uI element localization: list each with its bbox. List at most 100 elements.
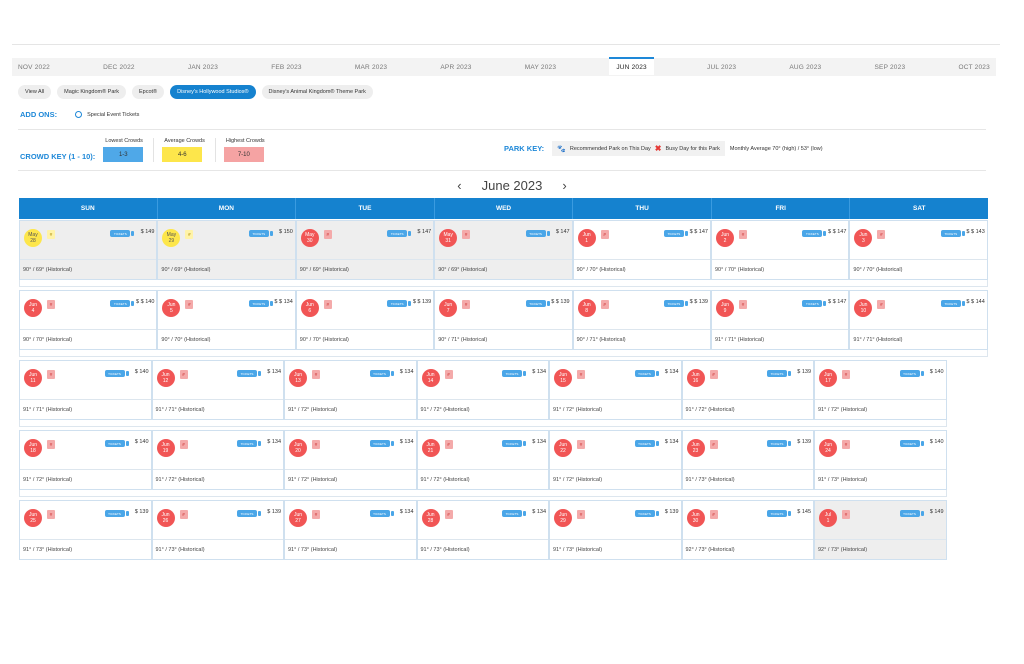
ticket-icon[interactable]: TICKETS	[369, 510, 394, 517]
park-filter-pill[interactable]: Disney's Hollywood Studios®	[170, 85, 256, 99]
day-cell[interactable]: Jun 25 # TICKETS $ 139 91° / 73° (Historical)	[19, 500, 152, 560]
ticket-icon[interactable]: TICKETS	[767, 510, 791, 517]
ticket-icon[interactable]: TICKETS	[802, 230, 827, 237]
day-cell[interactable]: May 28 # TICKETS $ 149 90° / 69° (Historical)	[19, 220, 158, 280]
ticket-icon[interactable]: TICKETS	[663, 300, 688, 307]
day-cell[interactable]: Jun 30 # TICKETS $ 145 92° / 73° (Historical)	[681, 500, 814, 560]
ticket-icon[interactable]: TICKETS	[899, 370, 924, 377]
ticket-icon[interactable]: TICKETS	[104, 510, 129, 517]
park-filter-pill[interactable]: Disney's Animal Kingdom® Theme Park	[261, 85, 373, 99]
day-number: 13	[295, 378, 301, 384]
ticket-icon[interactable]: TICKETS	[502, 510, 526, 517]
day-cell[interactable]: Jun 20 # TICKETS $ 134 91° / 72° (Historical)	[284, 430, 417, 490]
month-tab[interactable]: MAR 2023	[355, 64, 387, 71]
ticket-icon[interactable]: TICKETS	[110, 230, 135, 237]
day-cell[interactable]: Jun 29 # TICKETS $ 139 91° / 73° (Historical)	[549, 500, 682, 560]
month-tab[interactable]: JUL 2023	[707, 64, 736, 71]
ticket-icon[interactable]: TICKETS	[767, 440, 791, 447]
ticket-icon[interactable]: TICKETS	[248, 230, 273, 237]
ticket-icon[interactable]: TICKETS	[899, 440, 924, 447]
day-cell[interactable]: Jun 28 # TICKETS $ 134 91° / 73° (Historical)	[416, 500, 549, 560]
ticket-icon[interactable]: TICKETS	[663, 230, 688, 237]
ticket-icon[interactable]: TICKETS	[802, 300, 827, 307]
ticket-price: $ $ 144	[966, 299, 985, 305]
day-cell[interactable]: Jun 24 # TICKETS $ 140 91° / 73° (Historical)	[814, 430, 947, 490]
day-cell[interactable]: Jun 4 # TICKETS $ $ 140 90° / 70° (Historical…	[19, 290, 158, 350]
crowd-level-bubble: Jun 21	[421, 439, 440, 457]
ticket-icon[interactable]: TICKETS	[237, 370, 261, 377]
ticket-icon[interactable]: TICKETS	[369, 370, 394, 377]
park-filter-pill[interactable]: Epcot®	[131, 85, 165, 99]
ticket-icon[interactable]: TICKETS	[387, 230, 412, 237]
ticket-icon[interactable]: TICKETS	[110, 300, 135, 307]
ticket-icon[interactable]: TICKETS	[237, 440, 261, 447]
day-cell[interactable]: Jun 15 # TICKETS $ 134 91° / 72° (Historical)	[549, 360, 682, 420]
day-cell[interactable]: Jun 11 # TICKETS $ 140 91° / 71° (Historical)	[19, 360, 152, 420]
ticket-icon[interactable]: TICKETS	[899, 510, 924, 517]
ticket-icon[interactable]: TICKETS	[502, 370, 526, 377]
special-event-label[interactable]: Special Event Tickets	[87, 112, 139, 118]
ticket-icon[interactable]: TICKETS	[237, 510, 261, 517]
ticket-icon[interactable]: TICKETS	[387, 300, 412, 307]
day-cell[interactable]: Jun 26 # TICKETS $ 139 91° / 73° (Historical)	[151, 500, 284, 560]
ticket-icon[interactable]: TICKETS	[369, 440, 394, 447]
park-filter-pill[interactable]: View All	[18, 85, 52, 99]
weather-info: 91° / 73° (Historical)	[550, 539, 681, 559]
day-cell[interactable]: Jun 16 # TICKETS $ 139 91° / 72° (Historical)	[681, 360, 814, 420]
month-tab[interactable]: AUG 2023	[789, 64, 821, 71]
day-cell[interactable]: Jun 27 # TICKETS $ 134 91° / 73° (Historical)	[284, 500, 417, 560]
day-cell[interactable]: Jun 21 # TICKETS $ 134 91° / 72° (Historical)	[416, 430, 549, 490]
month-tab[interactable]: JUN 2023	[609, 57, 654, 75]
ticket-icon[interactable]: TICKETS	[525, 300, 550, 307]
day-cell[interactable]: Jun 17 # TICKETS $ 140 91° / 72° (Historical)	[814, 360, 947, 420]
month-tab[interactable]: NOV 2022	[18, 64, 50, 71]
busy-day-icon: #	[444, 440, 453, 449]
day-cell[interactable]: Jun 6 # TICKETS $ $ 139 90° / 70° (Historical…	[295, 290, 435, 350]
month-tab[interactable]: OCT 2023	[958, 64, 989, 71]
month-tab[interactable]: APR 2023	[440, 64, 471, 71]
day-cell[interactable]: Jun 5 # TICKETS $ $ 134 90° / 70° (Historical…	[157, 290, 296, 350]
month-tab[interactable]: MAY 2023	[525, 64, 556, 71]
row-spacer	[19, 490, 947, 497]
ticket-icon[interactable]: TICKETS	[248, 300, 273, 307]
ticket-price: $ 139	[797, 369, 811, 375]
month-tab[interactable]: JAN 2023	[188, 64, 218, 71]
day-cell[interactable]: Jun 2 # TICKETS $ $ 147 90° / 70° (Historical…	[711, 220, 850, 280]
day-cell[interactable]: Jun 1 # TICKETS $ $ 147 90° / 70° (Historical…	[572, 220, 711, 280]
day-cell[interactable]: May 31 # TICKETS $ 147 90° / 69° (Historical)	[434, 220, 573, 280]
ticket-icon[interactable]: TICKETS	[940, 300, 965, 307]
next-month-arrow[interactable]: ›	[562, 178, 566, 193]
day-cell[interactable]: Jun 9 # TICKETS $ $ 147 91° / 71° (Historical…	[711, 290, 850, 350]
day-cell[interactable]: Jun 8 # TICKETS $ $ 139 90° / 71° (Historical…	[572, 290, 711, 350]
ticket-icon[interactable]: TICKETS	[634, 510, 659, 517]
month-tab[interactable]: DEC 2022	[103, 64, 135, 71]
ticket-icon[interactable]: TICKETS	[502, 440, 526, 447]
day-cell[interactable]: May 29 # TICKETS $ 150 90° / 69° (Historical)	[157, 220, 296, 280]
prev-month-arrow[interactable]: ‹	[457, 178, 461, 193]
day-cell[interactable]: Jun 3 # TICKETS $ $ 143 90° / 70° (Historical…	[849, 220, 988, 280]
day-cell[interactable]: Jun 7 # TICKETS $ $ 139 90° / 71° (Historical…	[434, 290, 573, 350]
month-tab[interactable]: SEP 2023	[875, 64, 906, 71]
day-cell[interactable]: Jul 1 # TICKETS $ 149 92° / 73° (Historical)	[814, 500, 947, 560]
crowd-level-bubble: May 28	[24, 229, 42, 247]
park-filter-pill[interactable]: Magic Kingdom® Park	[57, 85, 126, 99]
ticket-icon[interactable]: TICKETS	[525, 230, 550, 237]
ticket-icon[interactable]: TICKETS	[634, 370, 659, 377]
ticket-icon[interactable]: TICKETS	[104, 370, 129, 377]
day-cell[interactable]: Jun 18 # TICKETS $ 140 91° / 72° (Historical)	[19, 430, 152, 490]
ticket-icon[interactable]: TICKETS	[767, 370, 791, 377]
day-cell[interactable]: Jun 13 # TICKETS $ 134 91° / 72° (Historical)	[284, 360, 417, 420]
ticket-icon[interactable]: TICKETS	[940, 230, 965, 237]
month-tab[interactable]: FEB 2023	[271, 64, 302, 71]
day-cell[interactable]: Jun 22 # TICKETS $ 134 91° / 72° (Historical)	[549, 430, 682, 490]
day-cell[interactable]: Jun 12 # TICKETS $ 134 91° / 71° (Historical)	[151, 360, 284, 420]
day-cell-top: Jun 25 # TICKETS $ 139	[20, 501, 151, 539]
day-cell[interactable]: Jun 23 # TICKETS $ 139 91° / 73° (Historical)	[681, 430, 814, 490]
day-cell[interactable]: May 30 # TICKETS $ 147 90° / 69° (Historical)	[295, 220, 435, 280]
ticket-icon[interactable]: TICKETS	[634, 440, 659, 447]
day-cell[interactable]: Jun 14 # TICKETS $ 134 91° / 72° (Historical)	[416, 360, 549, 420]
special-event-radio[interactable]	[75, 111, 83, 118]
day-cell[interactable]: Jun 19 # TICKETS $ 134 91° / 72° (Historical)	[151, 430, 284, 490]
ticket-icon[interactable]: TICKETS	[104, 440, 129, 447]
day-cell[interactable]: Jun 10 # TICKETS $ $ 144 91° / 71° (Historica…	[849, 290, 988, 350]
